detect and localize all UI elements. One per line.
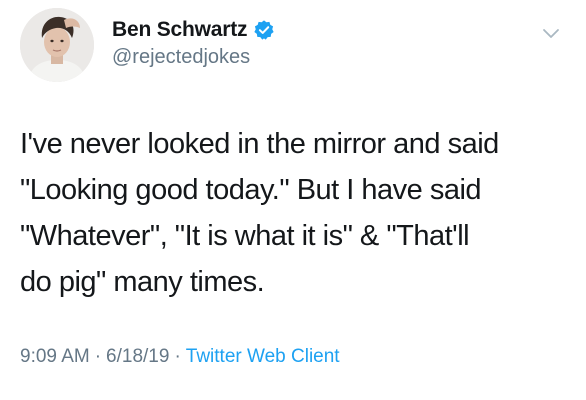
meta-separator: · — [94, 346, 102, 367]
tweet-text: I've never looked in the mirror and said… — [20, 121, 580, 305]
chevron-down-icon[interactable] — [540, 22, 562, 44]
avatar-photo — [20, 8, 94, 82]
verified-badge-icon — [253, 19, 275, 41]
author-name-row: Ben Schwartz — [112, 16, 275, 44]
tweet-time[interactable]: 9:09 AM — [20, 346, 90, 367]
tweet-metadata: 9:09 AM · 6/18/19 · Twitter Web Client — [20, 346, 340, 368]
tweet-text-line: "Whatever", "It is what it is" & "That'l… — [20, 220, 470, 252]
author-handle[interactable]: @rejectedjokes — [112, 46, 250, 69]
tweet-date[interactable]: 6/18/19 — [106, 346, 169, 367]
meta-separator: · — [174, 346, 181, 367]
avatar[interactable] — [20, 8, 94, 82]
author-display-name[interactable]: Ben Schwartz — [112, 18, 248, 42]
tweet-text-line: do pig" many times. — [20, 266, 265, 298]
tweet-text-line: "Looking good today." But I have said — [20, 174, 482, 206]
tweet-card: Ben Schwartz @rejectedjokes I've never l… — [0, 0, 586, 400]
tweet-source-link[interactable]: Twitter Web Client — [186, 346, 340, 367]
tweet-text-line: I've never looked in the mirror and said — [20, 128, 499, 160]
